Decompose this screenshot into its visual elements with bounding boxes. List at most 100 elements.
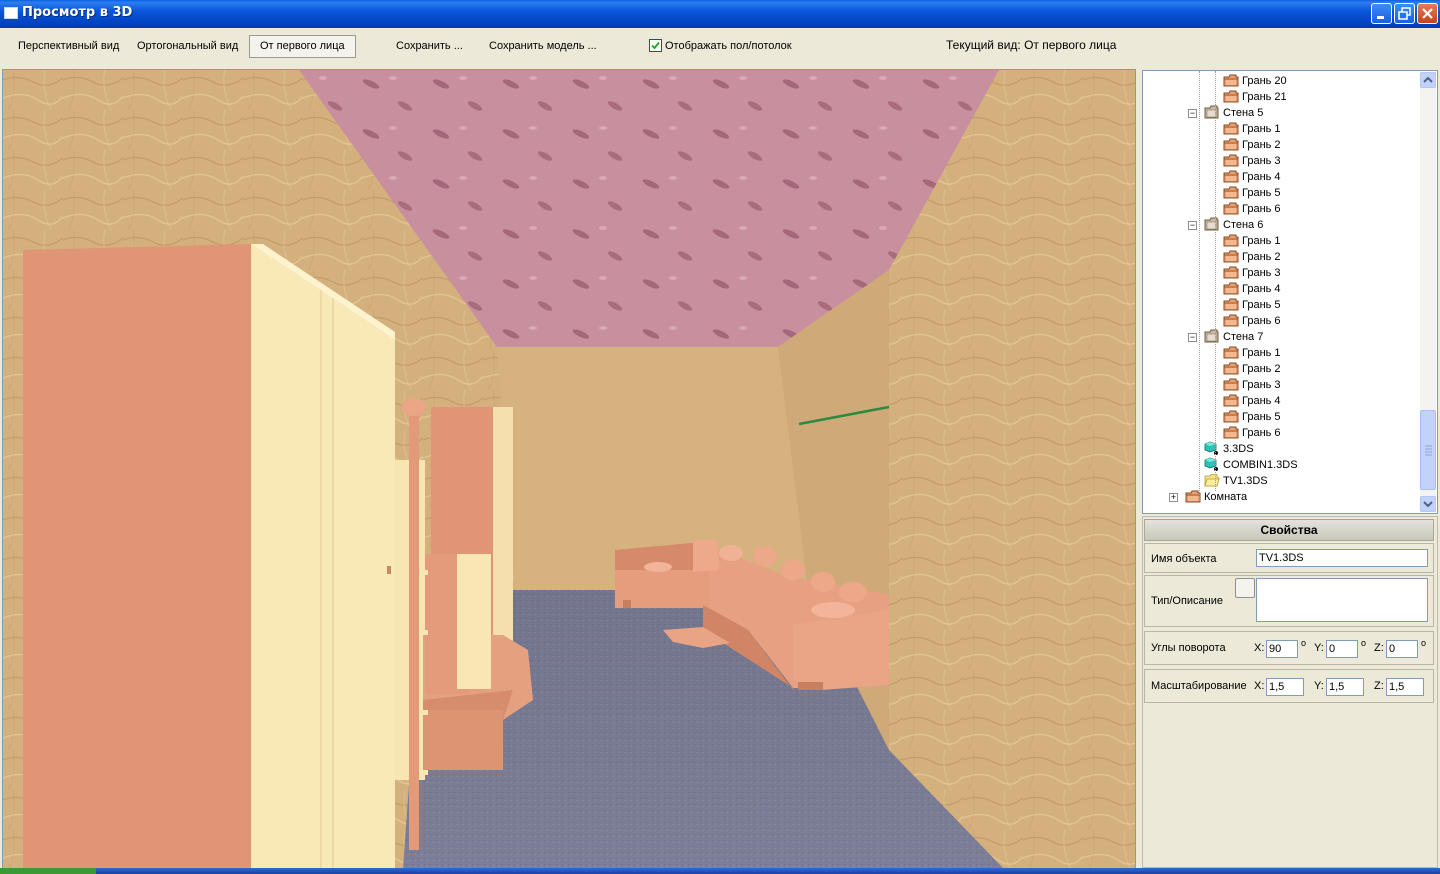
tree-node-label: Грань 3 bbox=[1242, 155, 1281, 167]
scale-x-input[interactable]: 1,5 bbox=[1266, 678, 1304, 696]
tree-node-face[interactable]: Грань 20 bbox=[1223, 73, 1287, 89]
tree-node-wall[interactable]: Стена 6 bbox=[1204, 217, 1263, 233]
tree-node-face[interactable]: Грань 21 bbox=[1223, 89, 1287, 105]
tree-node-face[interactable]: Грань 4 bbox=[1223, 281, 1281, 297]
tree-node-face[interactable]: Грань 1 bbox=[1223, 121, 1281, 137]
tree-node-label: Грань 5 bbox=[1242, 299, 1281, 311]
tree-node-wall[interactable]: Стена 7 bbox=[1204, 329, 1263, 345]
expand-icon[interactable]: + bbox=[1169, 493, 1178, 502]
rotation-label: Углы поворота bbox=[1151, 642, 1226, 654]
tree-node-face[interactable]: Грань 6 bbox=[1223, 313, 1281, 329]
checkbox-box[interactable] bbox=[649, 38, 662, 52]
rotation-x-input[interactable]: 90 bbox=[1266, 640, 1298, 658]
rotation-z-input[interactable]: 0 bbox=[1386, 640, 1418, 658]
tree-node-label: Стена 6 bbox=[1223, 219, 1264, 231]
type-description-input[interactable] bbox=[1256, 578, 1428, 622]
show-floor-ceiling-label: Отображать пол/потолок bbox=[665, 40, 792, 52]
collapse-icon[interactable]: − bbox=[1188, 221, 1197, 230]
tree-node-face[interactable]: Грань 3 bbox=[1223, 377, 1281, 393]
folder-box-icon bbox=[1223, 409, 1239, 423]
scale-y-input[interactable]: 1,5 bbox=[1326, 678, 1364, 696]
tree-node-face[interactable]: Грань 1 bbox=[1223, 233, 1281, 249]
tree-node-face[interactable]: Грань 2 bbox=[1223, 361, 1281, 377]
rotation-y-degree: o bbox=[1361, 638, 1367, 648]
collapse-icon[interactable]: − bbox=[1188, 109, 1197, 118]
tree-node-face[interactable]: Грань 6 bbox=[1223, 201, 1281, 217]
tree-node-face[interactable]: Грань 4 bbox=[1223, 169, 1281, 185]
perspective-view-button[interactable]: Перспективный вид bbox=[8, 35, 129, 58]
folder-box-icon bbox=[1204, 217, 1220, 231]
tree-node-face[interactable]: Грань 5 bbox=[1223, 409, 1281, 425]
scale-y-label: Y: bbox=[1314, 680, 1324, 692]
tree-connector-line bbox=[1215, 71, 1216, 491]
current-view-label: Текущий вид: От первого лица bbox=[946, 38, 1117, 52]
tree-node-face[interactable]: Грань 5 bbox=[1223, 185, 1281, 201]
tree-node-face[interactable]: Грань 6 bbox=[1223, 425, 1281, 441]
restore-button[interactable] bbox=[1394, 3, 1415, 24]
scale-z-label: Z: bbox=[1374, 680, 1384, 692]
scale-label: Масштабирование bbox=[1151, 680, 1247, 692]
window-title: Просмотр в 3D bbox=[22, 5, 133, 20]
first-person-view-button[interactable]: От первого лица bbox=[249, 35, 356, 58]
tree-node-model[interactable]: TV1.3DS bbox=[1204, 473, 1268, 489]
start-button[interactable] bbox=[0, 868, 96, 874]
tree-node-face[interactable]: Грань 1 bbox=[1223, 345, 1281, 361]
tree-node-label: Грань 6 bbox=[1242, 315, 1281, 327]
folder-box-icon bbox=[1223, 345, 1239, 359]
grip-icon bbox=[1425, 445, 1432, 456]
checkmark-icon bbox=[651, 41, 660, 49]
arrow-up-icon bbox=[1423, 76, 1433, 83]
tree-node-model[interactable]: 3.3DS bbox=[1204, 441, 1254, 457]
folder-box-icon bbox=[1204, 329, 1220, 343]
scale-x-label: X: bbox=[1254, 680, 1265, 692]
tree-node-label: COMBIN1.3DS bbox=[1223, 459, 1298, 471]
tree-node-face[interactable]: Грань 3 bbox=[1223, 153, 1281, 169]
tree-connector-line bbox=[1199, 71, 1200, 501]
save-button[interactable]: Сохранить ... bbox=[386, 35, 473, 58]
minimize-button[interactable] bbox=[1371, 3, 1392, 24]
folder-box-icon bbox=[1223, 377, 1239, 391]
save-model-button[interactable]: Сохранить модель ... bbox=[479, 35, 607, 58]
tree-node-face[interactable]: Грань 4 bbox=[1223, 393, 1281, 409]
tree-node-label: Грань 1 bbox=[1242, 347, 1281, 359]
folder-box-icon bbox=[1223, 265, 1239, 279]
tree-node-label: TV1.3DS bbox=[1223, 475, 1268, 487]
tree-node-face[interactable]: Грань 3 bbox=[1223, 265, 1281, 281]
scene-tree[interactable]: Грань 20 Грань 21 Стена 5 − Грань 1 Грань 2 Гр… bbox=[1142, 70, 1438, 514]
tree-node-label: Грань 21 bbox=[1242, 91, 1287, 103]
rotation-x-label: X: bbox=[1254, 642, 1265, 654]
minimize-icon bbox=[1377, 16, 1384, 19]
folder-box-icon bbox=[1223, 201, 1239, 215]
folder-box-icon bbox=[1223, 361, 1239, 375]
tree-node-face[interactable]: Грань 2 bbox=[1223, 137, 1281, 153]
scroll-down-button[interactable] bbox=[1420, 496, 1436, 512]
object-name-input[interactable]: TV1.3DS bbox=[1256, 549, 1428, 567]
tree-node-label: Грань 1 bbox=[1242, 235, 1281, 247]
tree-node-model[interactable]: COMBIN1.3DS bbox=[1204, 457, 1298, 473]
folder-box-icon bbox=[1223, 297, 1239, 311]
collapse-icon[interactable]: − bbox=[1188, 333, 1197, 342]
tree-node-room[interactable]: Комната bbox=[1185, 489, 1247, 505]
tree-node-label: Комната bbox=[1204, 491, 1248, 503]
folder-box-icon bbox=[1223, 121, 1239, 135]
close-button[interactable] bbox=[1417, 3, 1438, 24]
type-picker-button[interactable] bbox=[1235, 578, 1255, 598]
tree-node-face[interactable]: Грань 2 bbox=[1223, 249, 1281, 265]
rotation-y-input[interactable]: 0 bbox=[1326, 640, 1358, 658]
folder-box-icon bbox=[1223, 233, 1239, 247]
tree-node-label: Грань 2 bbox=[1242, 139, 1281, 151]
tree-node-label: Грань 4 bbox=[1242, 283, 1281, 295]
type-description-label: Тип/Описание bbox=[1151, 595, 1224, 607]
tree-node-wall[interactable]: Стена 5 bbox=[1204, 105, 1263, 121]
show-floor-ceiling-checkbox[interactable]: Отображать пол/потолок bbox=[649, 35, 792, 58]
folder-box-icon bbox=[1223, 249, 1239, 263]
orthogonal-view-button[interactable]: Ортогональный вид bbox=[127, 35, 248, 58]
folder-box-icon bbox=[1223, 153, 1239, 167]
scale-z-input[interactable]: 1,5 bbox=[1386, 678, 1424, 696]
tree-scrollbar[interactable] bbox=[1420, 72, 1436, 512]
scroll-up-button[interactable] bbox=[1420, 72, 1436, 88]
tree-node-face[interactable]: Грань 5 bbox=[1223, 297, 1281, 313]
scroll-thumb[interactable] bbox=[1420, 410, 1436, 490]
arrow-down-icon bbox=[1423, 501, 1433, 508]
3d-viewport[interactable] bbox=[2, 69, 1136, 869]
